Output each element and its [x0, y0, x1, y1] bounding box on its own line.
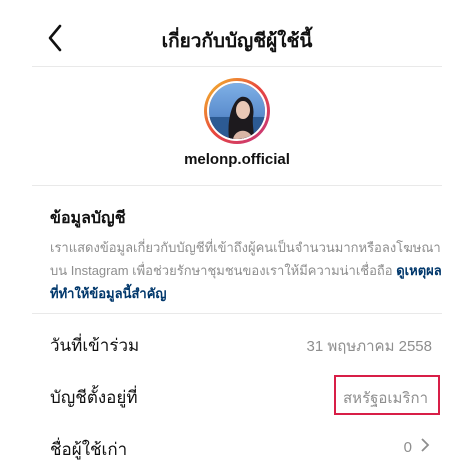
date-joined-value: 31 พฤษภาคม 2558	[306, 338, 432, 355]
divider	[32, 66, 442, 67]
divider	[32, 185, 442, 186]
profile-photo	[207, 81, 267, 141]
divider	[32, 313, 442, 314]
former-usernames-value: 0	[404, 438, 430, 456]
description-text: เราแสดงข้อมูลเกี่ยวกับบัญชีที่เข้าถึงผู้…	[50, 240, 441, 278]
date-joined-row: วันที่เข้าร่วม 31 พฤษภาคม 2558	[50, 326, 432, 362]
former-usernames-row[interactable]: ชื่อผู้ใช้เก่า 0	[50, 430, 432, 466]
account-location-label: บัญชีตั้งอยู่ที่	[50, 388, 138, 407]
section-title: ข้อมูลบัญชี	[50, 210, 126, 227]
former-usernames-count: 0	[403, 439, 412, 456]
page-title: เกี่ยวกับบัญชีผู้ใช้นี้	[161, 31, 313, 52]
username: melonp.official	[184, 151, 290, 168]
chevron-right-icon	[420, 438, 430, 456]
avatar[interactable]	[204, 78, 270, 144]
former-usernames-label: ชื่อผู้ใช้เก่า	[50, 440, 128, 459]
account-description: เราแสดงข้อมูลเกี่ยวกับบัญชีที่เข้าถึงผู้…	[50, 236, 442, 305]
date-joined-label: วันที่เข้าร่วม	[50, 336, 140, 355]
highlight-box	[334, 375, 440, 415]
header: เกี่ยวกับบัญชีผู้ใช้นี้	[0, 0, 474, 68]
